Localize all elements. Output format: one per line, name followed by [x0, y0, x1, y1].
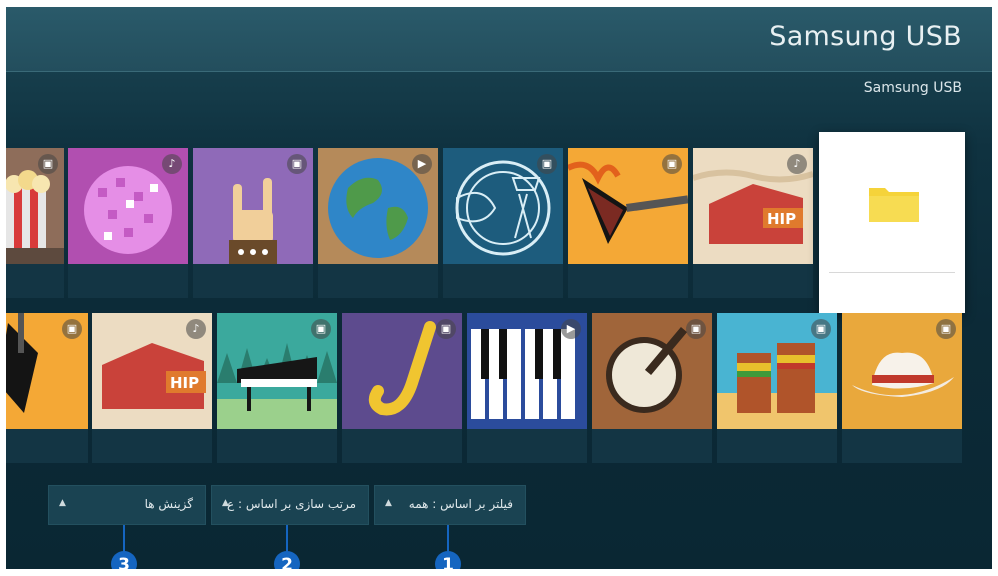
photo-icon: ▣ — [662, 154, 682, 174]
media-tile[interactable]: ▶ — [467, 313, 587, 463]
media-tile[interactable]: ▣ — [842, 313, 962, 463]
svg-text:HIP: HIP — [767, 210, 796, 228]
usb-browser-screen: Samsung USB Samsung USB ▣ ♪ ▣ ▶ ▣ ▣ HIP … — [6, 7, 992, 569]
photo-icon: ▣ — [936, 319, 956, 339]
chevron-up-icon: ▲ — [59, 498, 66, 508]
media-tile[interactable]: ♪ — [68, 148, 188, 298]
options-label: گزینش ها — [144, 497, 193, 511]
callout-marker: 2 — [274, 551, 300, 569]
media-tile[interactable]: ▣ — [6, 148, 64, 298]
photo-icon: ▣ — [811, 319, 831, 339]
breadcrumb[interactable]: Samsung USB — [864, 80, 962, 96]
media-tile[interactable]: HIP ♪ — [693, 148, 813, 298]
music-icon: ♪ — [186, 319, 206, 339]
sort-by-label: مرتب سازی بر اساس : ع — [227, 497, 356, 511]
callout-marker: 1 — [435, 551, 461, 569]
folder-card[interactable] — [819, 132, 965, 313]
media-tile[interactable]: ▣ — [568, 148, 688, 298]
music-icon: ♪ — [787, 154, 807, 174]
media-row-2: ▣ HIP ♪ ▣ ▣ ▶ ▣ ▣ ▣ — [6, 313, 992, 465]
media-tile[interactable]: ▣ — [717, 313, 837, 463]
photo-icon: ▣ — [436, 319, 456, 339]
media-tile[interactable]: ▣ — [193, 148, 313, 298]
photo-icon: ▣ — [287, 154, 307, 174]
photo-icon: ▣ — [686, 319, 706, 339]
media-tile[interactable]: ▣ — [342, 313, 462, 463]
options-button[interactable]: ▲ گزینش ها — [48, 485, 206, 525]
photo-icon: ▣ — [62, 319, 82, 339]
folder-icon — [869, 188, 919, 222]
chevron-up-icon: ▲ — [385, 498, 392, 508]
app-title: Samsung USB — [769, 21, 962, 52]
sort-by-button[interactable]: ▲ مرتب سازی بر اساس : ع — [211, 485, 369, 525]
filter-by-button[interactable]: ▲ فیلتر بر اساس : همه — [374, 485, 526, 525]
media-tile[interactable]: ▶ — [318, 148, 438, 298]
photo-icon: ▣ — [311, 319, 331, 339]
music-icon: ♪ — [162, 154, 182, 174]
video-icon: ▶ — [561, 319, 581, 339]
media-tile[interactable]: ▣ — [6, 313, 88, 463]
svg-text:HIP: HIP — [170, 374, 199, 392]
media-tile[interactable]: ▣ — [443, 148, 563, 298]
photo-icon: ▣ — [38, 154, 58, 174]
callout-marker: 3 — [111, 551, 137, 569]
filter-by-label: فیلتر بر اساس : همه — [408, 497, 513, 511]
photo-icon: ▣ — [537, 154, 557, 174]
controls-bar: ▲ گزینش ها ▲ مرتب سازی بر اساس : ع ▲ فیل… — [6, 485, 992, 525]
media-tile[interactable]: ▣ — [217, 313, 337, 463]
media-tile[interactable]: ▣ — [592, 313, 712, 463]
media-tile[interactable]: HIP ♪ — [92, 313, 212, 463]
video-icon: ▶ — [412, 154, 432, 174]
header-bar: Samsung USB — [6, 7, 992, 72]
